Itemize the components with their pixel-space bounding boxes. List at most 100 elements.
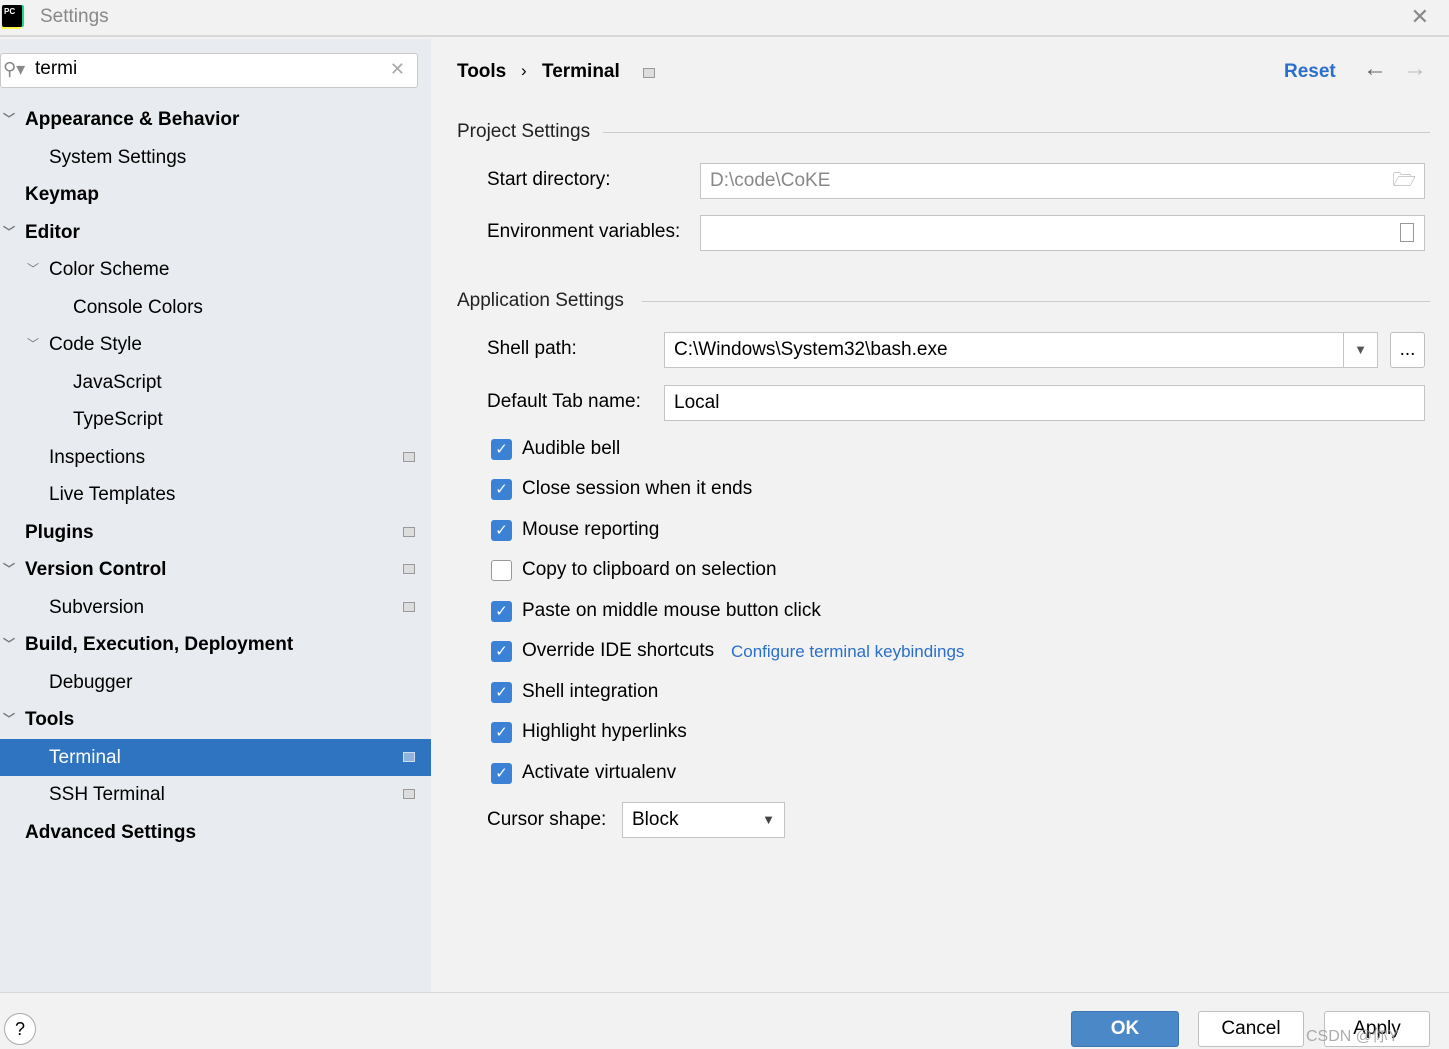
watermark: CSDN @你Y — [1306, 1028, 1399, 1045]
help-button[interactable]: ? — [4, 1013, 36, 1045]
checkbox[interactable]: ✓ Shell integration — [491, 681, 658, 703]
checkbox-checked-icon[interactable]: ✓ — [491, 762, 512, 784]
checkbox[interactable]: ✓ Mouse reporting — [491, 519, 659, 541]
chevron-down-icon[interactable]: ﹀ — [3, 626, 15, 663]
sidebar-item-label: TypeScript — [73, 409, 163, 430]
project-config-icon — [403, 601, 415, 612]
sidebar-item[interactable]: Console Colors — [0, 289, 431, 326]
sidebar-item-label: Editor — [25, 221, 80, 243]
chevron-down-icon[interactable]: ﹀ — [27, 251, 39, 288]
project-config-icon — [403, 451, 415, 462]
sidebar-item[interactable]: System Settings — [0, 139, 431, 176]
search-field[interactable]: ⚲▾ ✕ — [0, 53, 418, 88]
project-config-icon — [643, 68, 655, 78]
chevron-down-icon[interactable]: ﹀ — [27, 326, 39, 363]
window-title: Settings — [40, 6, 109, 27]
checkbox-checked-icon[interactable]: ✓ — [491, 721, 512, 743]
checkbox-label: Override IDE shortcuts — [522, 640, 715, 661]
close-icon[interactable]: ✕ — [1411, 4, 1429, 30]
project-config-icon — [403, 751, 415, 762]
sidebar-item-label: Subversion — [49, 596, 145, 618]
checkbox[interactable]: ✓ Close session when it ends — [491, 478, 752, 500]
checkbox[interactable]: ✓ Audible bell — [491, 438, 620, 460]
ok-button[interactable]: OK — [1071, 1011, 1179, 1047]
sidebar-item[interactable]: Inspections — [0, 439, 431, 476]
main-panel: Tools › Terminal Reset ← → Project Setti… — [431, 39, 1449, 992]
checkbox-checked-icon[interactable]: ✓ — [491, 438, 512, 460]
sidebar-item-label: System Settings — [49, 146, 187, 168]
sidebar-item[interactable]: ﹀ Version Control — [0, 551, 431, 588]
checkbox[interactable]: ✓ Paste on middle mouse button click — [491, 600, 821, 622]
back-arrow-icon[interactable]: ← — [1363, 55, 1387, 83]
checkbox-unchecked-icon[interactable] — [491, 559, 512, 581]
checkbox-checked-icon[interactable]: ✓ — [491, 681, 512, 703]
sidebar-item[interactable]: ﹀ Editor — [0, 214, 431, 251]
sidebar-item[interactable]: TypeScript — [0, 401, 431, 438]
checkbox[interactable]: ✓ Activate virtualenv — [491, 762, 676, 784]
sidebar-item[interactable]: Keymap — [0, 176, 431, 213]
title-bar: PC Settings ✕ — [0, 0, 1449, 37]
checkbox-label: Activate virtualenv — [522, 762, 677, 783]
dialog-footer: ? OK Cancel Apply CSDN @你Y — [0, 992, 1449, 1049]
breadcrumb-separator: › — [521, 61, 527, 80]
default-tab-name-value: Local — [674, 392, 720, 413]
chevron-down-icon[interactable]: ▼ — [1343, 333, 1377, 367]
checkbox-label: Shell integration — [522, 681, 659, 702]
cursor-shape-select[interactable]: Block ▼ — [622, 802, 785, 838]
chevron-down-icon[interactable]: ﹀ — [3, 214, 15, 251]
sidebar-item-label: Version Control — [25, 559, 167, 580]
sidebar-item[interactable]: JavaScript — [0, 364, 431, 401]
chevron-down-icon[interactable]: ﹀ — [3, 551, 15, 588]
sidebar-item[interactable]: Debugger — [0, 664, 431, 701]
environment-variables-field[interactable] — [700, 215, 1425, 251]
checkbox[interactable]: Copy to clipboard on selection — [491, 559, 777, 581]
edit-list-icon[interactable] — [1400, 223, 1414, 242]
search-input[interactable] — [35, 58, 375, 80]
chevron-down-icon[interactable]: ﹀ — [3, 701, 15, 738]
checkbox[interactable]: ✓ Override IDE shortcuts — [491, 640, 714, 662]
checkbox[interactable]: ✓ Highlight hyperlinks — [491, 721, 687, 743]
forward-arrow-icon[interactable]: → — [1403, 55, 1427, 83]
cursor-shape-label: Cursor shape: — [487, 809, 607, 830]
sidebar-item-label: Keymap — [25, 184, 99, 205]
checkbox-checked-icon[interactable]: ✓ — [491, 600, 512, 622]
sidebar-item[interactable]: ﹀ Tools — [0, 701, 431, 738]
checkbox-checked-icon[interactable]: ✓ — [491, 478, 512, 500]
sidebar-item[interactable]: SSH Terminal — [0, 776, 431, 813]
search-icon[interactable]: ⚲▾ — [3, 59, 25, 80]
sidebar-item[interactable]: Subversion — [0, 589, 431, 626]
sidebar-item[interactable]: ﹀ Build, Execution, Deployment — [0, 626, 431, 663]
shell-path-combobox[interactable]: C:\Windows\System32\bash.exe ▼ — [664, 332, 1378, 368]
sidebar-item[interactable]: ﹀ Color Scheme — [0, 251, 431, 288]
chevron-down-icon[interactable]: ﹀ — [3, 101, 15, 138]
sidebar-item[interactable]: Plugins — [0, 514, 431, 551]
sidebar-item-label: Color Scheme — [49, 259, 170, 280]
breadcrumb-tools[interactable]: Tools — [457, 61, 506, 83]
cursor-shape-value: Block — [632, 809, 679, 830]
project-config-icon — [403, 564, 415, 574]
reset-link[interactable]: Reset — [1284, 61, 1336, 83]
sidebar-item[interactable]: Advanced Settings — [0, 814, 431, 851]
sidebar-item[interactable]: Live Templates — [0, 476, 431, 513]
sidebar-item[interactable]: ﹀ Appearance & Behavior — [0, 101, 431, 138]
checkbox-label: Audible bell — [522, 438, 621, 459]
default-tab-name-input[interactable]: Local — [664, 385, 1425, 421]
default-tab-name-label: Default Tab name: — [487, 391, 641, 412]
breadcrumb-terminal: Terminal — [542, 61, 620, 82]
browse-shell-button[interactable]: ... — [1390, 332, 1425, 368]
sidebar-item[interactable]: ﹀ Code Style — [0, 326, 431, 363]
sidebar-item-label: Debugger — [49, 671, 133, 693]
clear-search-icon[interactable]: ✕ — [390, 59, 405, 80]
configure-keybindings-link[interactable]: Configure terminal keybindings — [731, 642, 964, 662]
project-config-icon — [403, 526, 415, 537]
checkbox-label: Mouse reporting — [522, 519, 660, 540]
start-directory-field[interactable]: D:\code\CoKE 🗁 — [700, 163, 1425, 199]
sidebar-item[interactable]: Terminal — [0, 738, 431, 776]
sidebar-item-label: Advanced Settings — [25, 821, 197, 843]
checkbox-checked-icon[interactable]: ✓ — [491, 519, 512, 541]
pycharm-logo-icon: PC — [2, 5, 22, 27]
cancel-button[interactable]: Cancel — [1198, 1011, 1304, 1047]
folder-icon[interactable]: 🗁 — [1392, 164, 1416, 198]
checkbox-checked-icon[interactable]: ✓ — [491, 640, 512, 662]
application-settings-heading: Application Settings — [457, 290, 624, 311]
